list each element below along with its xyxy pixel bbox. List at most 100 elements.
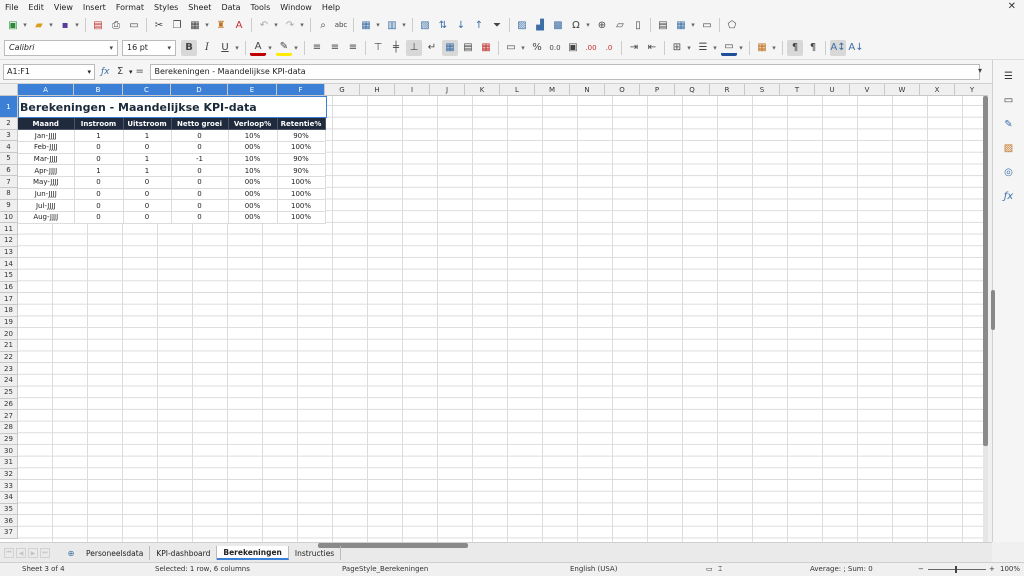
save-dropdown-icon[interactable]: ▾ [73,17,81,33]
paste-dropdown-icon[interactable]: ▾ [203,17,211,33]
sum-info[interactable]: Average: ; Sum: 0 [810,565,873,573]
font-color-icon[interactable]: A [250,40,266,56]
menu-insert[interactable]: Insert [83,3,106,12]
new-dropdown-icon[interactable]: ▾ [21,17,29,33]
table-cell[interactable]: 90% [277,129,326,142]
row-header[interactable]: 22 [0,351,18,364]
column-header[interactable]: P [640,84,675,96]
special-character-icon[interactable]: Ω [568,17,584,33]
menu-help[interactable]: Help [322,3,340,12]
table-header-cell[interactable]: Retentie% [277,118,326,131]
freeze-icon[interactable]: ▧ [417,17,433,33]
borders-icon[interactable]: ⊞ [669,40,685,56]
column-header[interactable]: X [920,84,955,96]
row-header[interactable]: 26 [0,398,18,411]
bold-icon[interactable]: B [181,39,197,56]
close-document-icon[interactable]: ✕ [1008,1,1016,12]
underline-dropdown-icon[interactable]: ▾ [233,40,241,56]
row-header[interactable]: 18 [0,305,18,317]
menu-styles[interactable]: Styles [154,3,178,12]
table-cell[interactable]: 1 [74,164,124,177]
properties-icon[interactable]: ▭ [1001,92,1017,108]
formula-icon[interactable]: = [136,66,148,77]
font-size-combo[interactable]: 16 pt ▾ [122,39,176,56]
row-header[interactable]: 2 [0,118,18,130]
column-header[interactable]: O [605,84,640,96]
column-header[interactable]: K [465,84,500,96]
selection-mode-icon[interactable]: ▭ [706,565,713,573]
highlight-dropdown-icon[interactable]: ▾ [292,40,300,56]
zoom-slider-thumb[interactable] [955,566,957,573]
row-header[interactable]: 3 [0,129,18,142]
row-header[interactable]: 17 [0,293,18,305]
table-cell[interactable]: 90% [277,164,326,177]
conditional-format-icon[interactable]: ▦ [754,40,770,56]
column-header[interactable]: L [500,84,535,96]
function-wizard-icon[interactable]: ƒx [101,67,115,77]
menu-file[interactable]: File [5,3,18,12]
menu-tools[interactable]: Tools [251,3,271,12]
column-dropdown-icon[interactable]: ▾ [400,17,408,33]
open-icon[interactable]: ▰ [31,17,47,33]
underline-icon[interactable]: U [217,40,233,56]
print-preview-icon[interactable]: ▭ [126,17,142,33]
wrap-text-icon[interactable]: ↵ [424,40,440,56]
text-direction-ltr-icon[interactable]: ¶ [787,39,803,56]
undo-dropdown-icon[interactable]: ▾ [272,17,280,33]
name-box[interactable]: A1:F1 ▾ [3,63,95,80]
table-cell[interactable]: 0 [74,188,124,201]
text-direction-rtl-icon[interactable]: ¶ [805,40,821,56]
row-header[interactable]: 25 [0,386,18,399]
menu-edit[interactable]: Edit [28,3,44,12]
gallery-icon[interactable]: ▨ [1001,140,1017,156]
row-header[interactable]: 19 [0,316,18,329]
delete-decimal-icon[interactable]: .0 [601,40,617,56]
table-cell[interactable]: 00% [228,176,278,189]
table-cell[interactable]: 0 [171,199,229,212]
currency-format-icon[interactable]: ▭ [503,40,519,56]
table-cell[interactable]: 0 [74,199,124,212]
table-cell[interactable]: 10% [228,129,278,142]
table-cell[interactable]: 0 [123,141,172,154]
italic-icon[interactable]: I [199,40,215,56]
border-style-dropdown-icon[interactable]: ▾ [711,40,719,56]
column-header[interactable]: C [123,84,171,96]
hyperlink-icon[interactable]: ⊕ [594,17,610,33]
align-center-icon[interactable]: ≡ [327,40,343,56]
row-header[interactable]: 12 [0,234,18,247]
redo-icon[interactable]: ↷ [282,17,298,33]
row-header[interactable]: 23 [0,363,18,376]
table-cell[interactable]: Jun-JJJJ [18,188,75,201]
table-cell[interactable]: 0 [123,188,172,201]
select-all-corner[interactable] [0,84,18,96]
row-header[interactable]: 36 [0,515,18,528]
table-cell[interactable]: 00% [228,199,278,212]
first-sheet-icon[interactable]: ⏮ [4,548,14,558]
row-icon[interactable]: ▦ [358,17,374,33]
functions-icon[interactable]: ƒx [1001,188,1017,204]
prev-sheet-icon[interactable]: ◀ [16,548,26,558]
row-dropdown-icon[interactable]: ▾ [374,17,382,33]
table-cell[interactable]: 100% [277,141,326,154]
menu-view[interactable]: View [54,3,73,12]
last-sheet-icon[interactable]: ⏭ [40,548,50,558]
table-cell[interactable]: 0 [171,176,229,189]
column-header[interactable]: T [780,84,815,96]
freeze-rows-icon[interactable]: ▦ [673,17,689,33]
add-sheet-icon[interactable]: ⊕ [66,547,76,559]
table-cell[interactable]: 0 [123,199,172,212]
open-dropdown-icon[interactable]: ▾ [47,17,55,33]
column-header[interactable]: A [18,84,74,96]
save-icon[interactable]: ▪ [57,17,73,33]
split-window-icon[interactable]: ▭ [699,17,715,33]
sheet-title-cell[interactable]: Berekeningen - Maandelijkse KPI-data [18,96,327,118]
table-cell[interactable]: 00% [228,141,278,154]
decrease-indent-icon[interactable]: ⇤ [644,40,660,56]
border-color-icon[interactable]: ▭ [721,40,737,56]
row-header[interactable]: 13 [0,246,18,259]
column-header[interactable]: F [277,84,325,96]
export-pdf-icon[interactable]: ▤ [90,17,106,33]
column-header[interactable]: Y [955,84,988,96]
menu-format[interactable]: Format [116,3,144,12]
spellcheck-icon[interactable]: abc [333,17,349,33]
